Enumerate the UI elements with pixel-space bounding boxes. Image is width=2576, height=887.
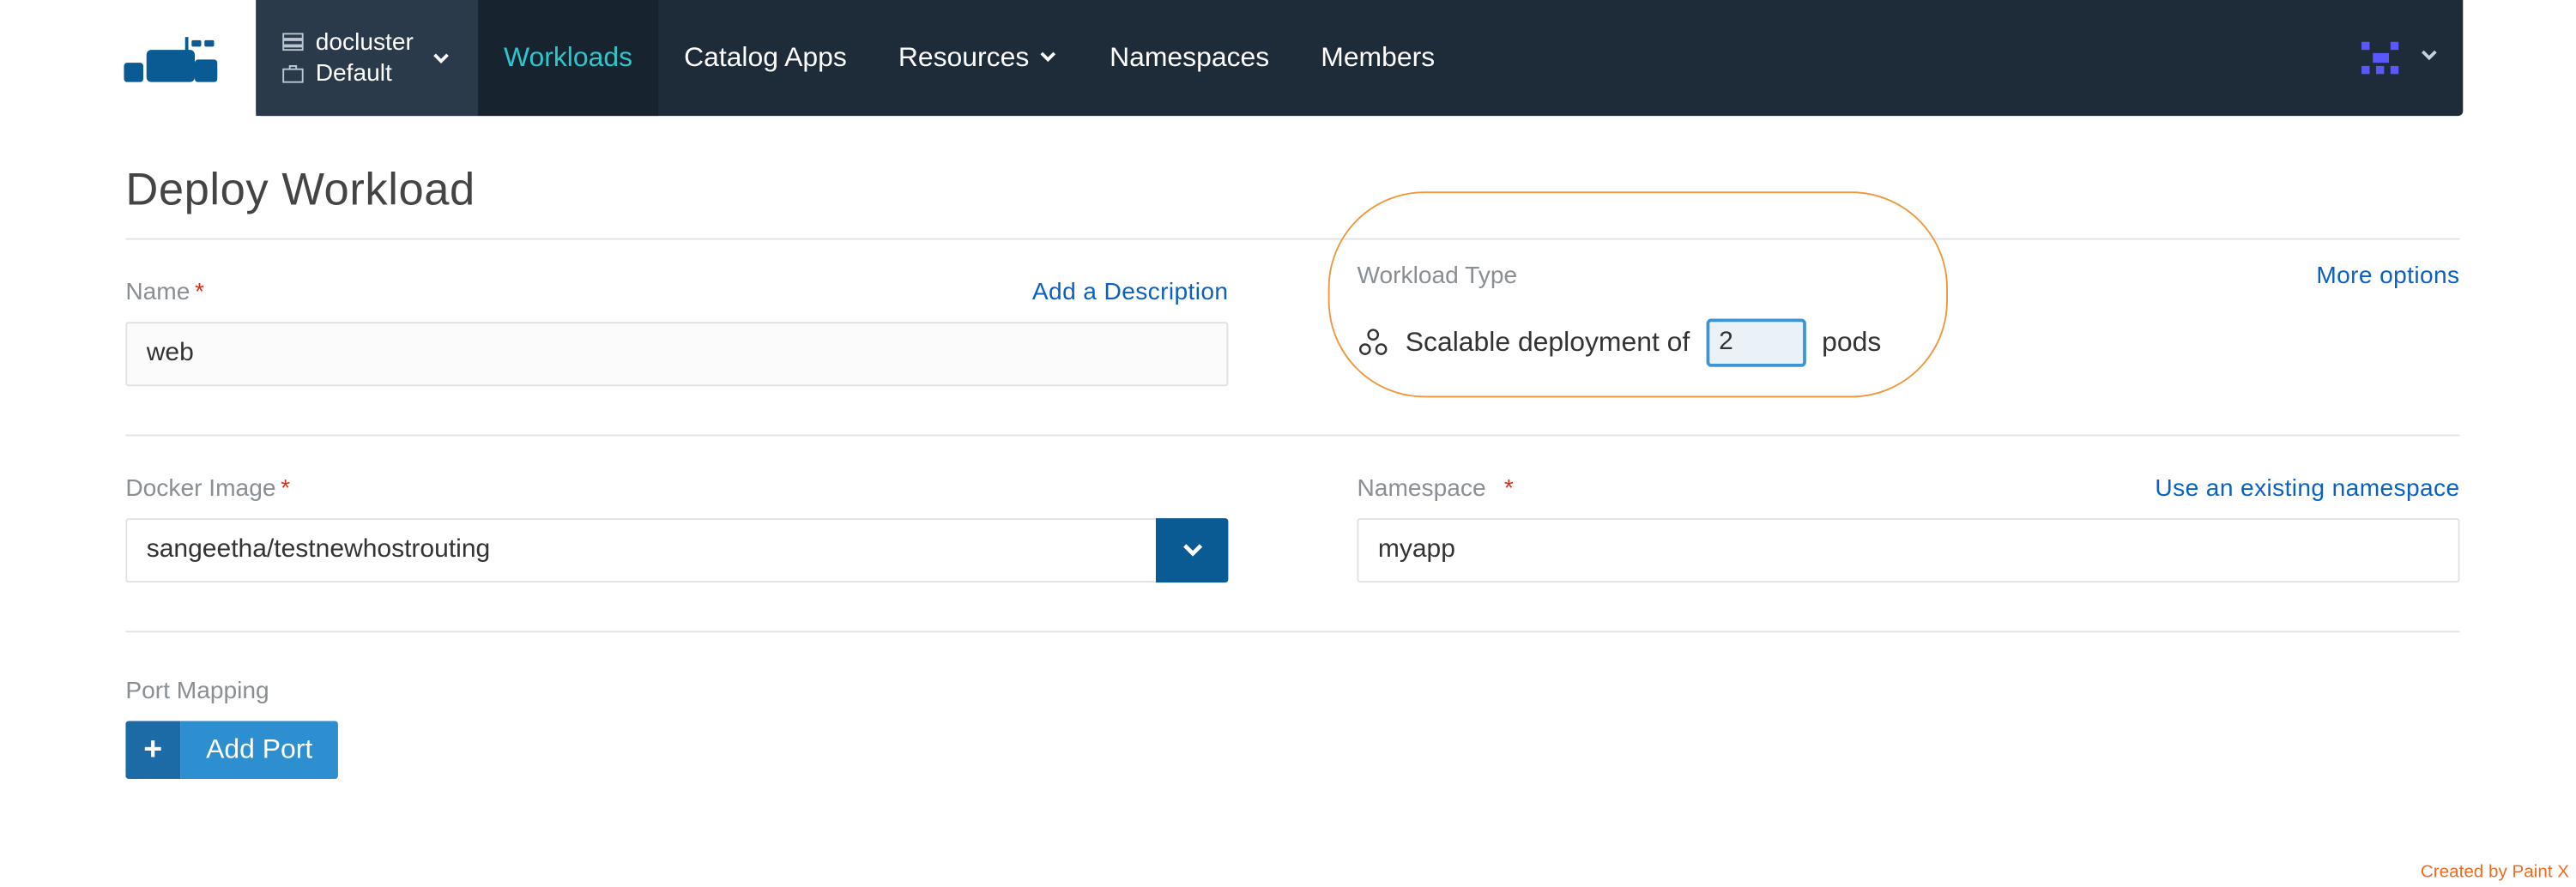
- nav-tab-resources[interactable]: Resources: [873, 0, 1084, 116]
- required-asterisk: *: [1491, 474, 1514, 502]
- page-title: Deploy Workload: [125, 164, 2459, 238]
- watermark-text: Created by Paint X: [2421, 863, 2569, 883]
- nav-tab-label: Namespaces: [1110, 42, 1269, 75]
- nav-tab-label: Workloads: [504, 42, 632, 75]
- deployment-icon: [1357, 327, 1389, 359]
- cluster-project-selector[interactable]: docluster Default: [256, 0, 478, 116]
- rancher-logo[interactable]: [121, 0, 246, 116]
- plus-icon: +: [125, 721, 180, 779]
- required-asterisk: *: [195, 279, 204, 306]
- chevron-down-icon: [420, 46, 462, 69]
- chevron-down-icon[interactable]: [2418, 43, 2440, 74]
- add-port-button[interactable]: + Add Port: [125, 721, 338, 779]
- nav-tab-catalog-apps[interactable]: Catalog Apps: [658, 0, 873, 116]
- port-mapping-label: Port Mapping: [125, 678, 2459, 705]
- nav-tab-workloads[interactable]: Workloads: [478, 0, 658, 116]
- add-description-link[interactable]: Add a Description: [1032, 279, 1228, 306]
- namespace-input[interactable]: [1357, 518, 2459, 582]
- workload-type-label: Workload Type: [1357, 262, 2459, 290]
- docker-image-dropdown-button[interactable]: [1156, 518, 1228, 582]
- nav-tab-label: Members: [1321, 42, 1435, 75]
- docker-image-label: Docker Image*: [125, 474, 1228, 502]
- docker-image-input[interactable]: [125, 518, 1156, 582]
- pod-count-input[interactable]: [1706, 318, 1805, 366]
- chevron-down-icon: [1039, 42, 1059, 75]
- required-asterisk: *: [281, 474, 290, 502]
- workload-type-text-prefix: Scalable deployment of: [1406, 327, 1690, 359]
- project-name: Default: [316, 58, 392, 90]
- cluster-name: docluster: [316, 27, 414, 58]
- workload-type-text-suffix: pods: [1822, 327, 1881, 359]
- nav-tab-namespaces[interactable]: Namespaces: [1084, 0, 1295, 116]
- project-icon: [281, 64, 304, 84]
- cluster-icon: [281, 33, 304, 52]
- nav-tab-label: Resources: [898, 42, 1029, 75]
- use-existing-namespace-link[interactable]: Use an existing namespace: [2155, 474, 2459, 502]
- nav-tab-label: Catalog Apps: [684, 42, 847, 75]
- apps-grid-icon[interactable]: [2356, 37, 2404, 79]
- name-input[interactable]: [125, 322, 1228, 386]
- top-navbar: docluster Default Workloads: [121, 0, 2464, 116]
- divider: [125, 631, 2459, 632]
- chevron-down-icon: [1179, 535, 1205, 566]
- more-options-link[interactable]: More options: [2316, 262, 2459, 290]
- nav-tab-members[interactable]: Members: [1295, 0, 1460, 116]
- add-port-label: Add Port: [180, 721, 338, 779]
